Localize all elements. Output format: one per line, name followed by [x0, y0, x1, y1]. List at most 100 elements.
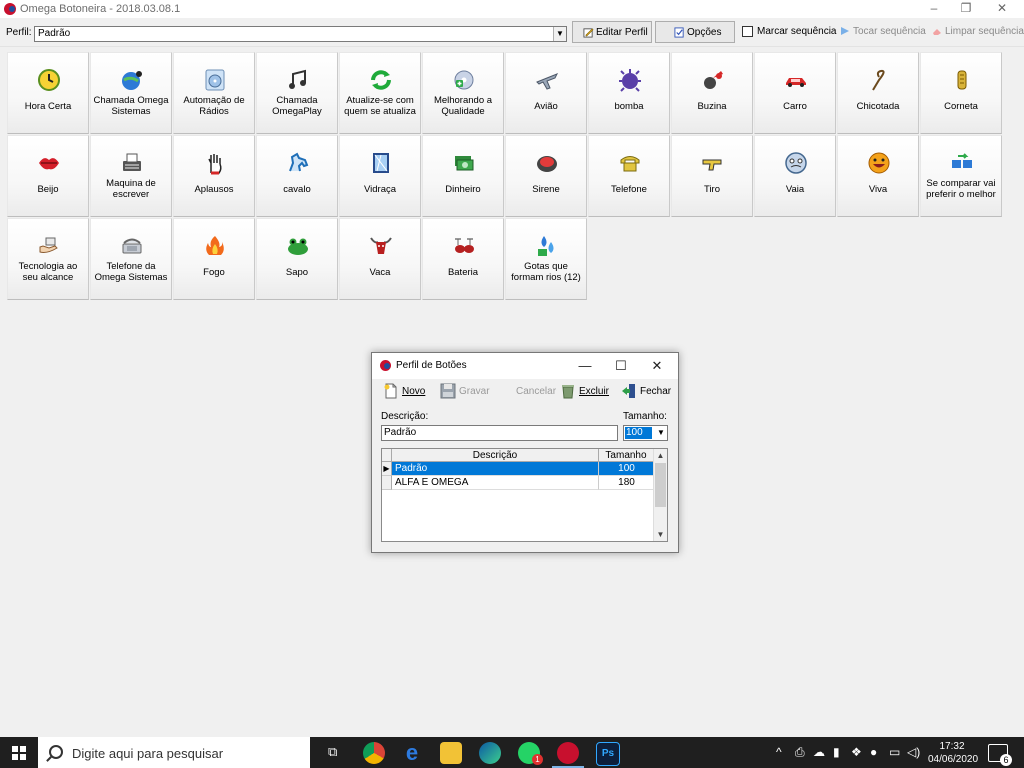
internet-explorer-icon[interactable]: e: [401, 742, 423, 764]
display-icon[interactable]: ▭: [889, 745, 900, 759]
sound-button[interactable]: Chicotada: [837, 52, 919, 134]
sound-button[interactable]: Chamada OmegaPlay: [256, 52, 338, 134]
cell-descricao[interactable]: ALFA E OMEGA: [392, 476, 599, 490]
taskbar-clock[interactable]: 17:32 04/06/2020: [928, 740, 978, 766]
table-row[interactable]: ▶ Padrão 100: [382, 462, 654, 476]
dialog-close-button[interactable]: ✕: [642, 356, 672, 376]
search-icon: [49, 745, 63, 759]
dropbox-icon[interactable]: ❖: [851, 745, 862, 759]
dialog-minimize-button[interactable]: —: [570, 356, 600, 376]
green-status-icon[interactable]: ●: [870, 745, 877, 759]
chevron-down-icon[interactable]: ▼: [553, 27, 566, 41]
checkbox-box[interactable]: [742, 26, 753, 37]
bomb-icon: [619, 69, 641, 92]
sound-button[interactable]: Viva: [837, 135, 919, 217]
marcar-sequencia-checkbox[interactable]: Marcar sequência: [742, 26, 836, 37]
tech-hand-icon: [39, 237, 58, 253]
usb-icon[interactable]: ⎙: [795, 745, 805, 760]
task-view-icon[interactable]: ⧉: [328, 744, 337, 760]
sound-button[interactable]: Avião: [505, 52, 587, 134]
car-icon: [786, 78, 806, 87]
smiley-icon: [868, 152, 890, 174]
chrome-icon[interactable]: [363, 742, 385, 764]
sound-button-label: Carro: [783, 100, 807, 112]
sound-button[interactable]: Fogo: [173, 218, 255, 300]
scroll-up-icon[interactable]: ▲: [654, 449, 667, 462]
row-pointer-icon: ▶: [382, 462, 392, 476]
descricao-field[interactable]: Padrão: [381, 425, 618, 441]
sound-button[interactable]: Telefone da Omega Sistemas: [90, 218, 172, 300]
sound-button[interactable]: bomba: [588, 52, 670, 134]
tray-expand-icon[interactable]: ^: [776, 745, 782, 759]
sound-button[interactable]: Vaia: [754, 135, 836, 217]
sound-button[interactable]: Carro: [754, 52, 836, 134]
cancelar-button[interactable]: Cancelar: [516, 382, 556, 402]
sound-button[interactable]: Telefone: [588, 135, 670, 217]
fire-icon: [206, 236, 224, 255]
dialog-maximize-button[interactable]: ☐: [606, 356, 636, 376]
perfil-select[interactable]: Padrão ▼: [34, 26, 567, 42]
cell-tamanho[interactable]: 180: [599, 476, 654, 490]
sound-button[interactable]: Tecnologia ao seu alcance: [7, 218, 89, 300]
tamanho-select[interactable]: 100 ▼: [623, 425, 668, 441]
sound-button-label: Hora Certa: [24, 100, 72, 112]
sound-button[interactable]: Beijo: [7, 135, 89, 217]
sound-button[interactable]: Bateria: [422, 218, 504, 300]
sound-button[interactable]: Chamada Omega Sistemas: [90, 52, 172, 134]
windows-start-icon[interactable]: [12, 746, 26, 760]
sound-button[interactable]: Tiro: [671, 135, 753, 217]
omega-logo-icon: [4, 3, 16, 15]
sound-button[interactable]: Melhorando a Qualidade: [422, 52, 504, 134]
file-explorer-icon[interactable]: [440, 742, 462, 764]
restore-button[interactable]: ❐: [948, 0, 984, 18]
options-icon: [674, 27, 684, 38]
chevron-down-icon[interactable]: ▼: [655, 426, 667, 440]
sound-button[interactable]: Sirene: [505, 135, 587, 217]
sound-button[interactable]: Corneta: [920, 52, 1002, 134]
sound-button[interactable]: cavalo: [256, 135, 338, 217]
row-indicator: [382, 476, 392, 490]
column-header-descricao[interactable]: Descrição: [392, 449, 599, 462]
table-scrollbar[interactable]: ▲ ▼: [653, 449, 667, 541]
sound-button[interactable]: Dinheiro: [422, 135, 504, 217]
minimize-button[interactable]: –: [916, 0, 952, 18]
window-title: Omega Botoneira - 2018.03.08.1: [20, 3, 181, 15]
editar-perfil-button[interactable]: Editar Perfil: [572, 21, 652, 43]
photoshop-icon[interactable]: Ps: [596, 742, 620, 766]
sound-button[interactable]: Maquina de escrever: [90, 135, 172, 217]
close-button[interactable]: ✕: [984, 0, 1020, 18]
perfil-label: Perfil:: [6, 27, 32, 38]
volume-icon[interactable]: ◁): [907, 745, 920, 759]
excluir-button[interactable]: Excluir: [560, 382, 609, 402]
sound-button[interactable]: Atualize-se com quem se atualiza: [339, 52, 421, 134]
notification-center-icon[interactable]: 6: [988, 744, 1012, 766]
opcoes-button[interactable]: Opções: [655, 21, 735, 43]
limpar-sequencia-button[interactable]: Limpar sequência: [932, 26, 1024, 37]
sound-button[interactable]: Se comparar vai preferir o melhor: [920, 135, 1002, 217]
sound-button[interactable]: Buzina: [671, 52, 753, 134]
novo-button[interactable]: Novo: [383, 382, 425, 402]
sound-button[interactable]: Vidraça: [339, 135, 421, 217]
network-icon[interactable]: ▮: [833, 745, 840, 759]
cell-tamanho[interactable]: 100: [599, 462, 654, 476]
sound-button[interactable]: Gotas que formam rios (12): [505, 218, 587, 300]
table-row[interactable]: ALFA E OMEGA 180: [382, 476, 654, 490]
taskbar-search-input[interactable]: Digite aqui para pesquisar: [38, 737, 310, 768]
fechar-button[interactable]: Fechar: [621, 382, 671, 402]
tocar-sequencia-button[interactable]: Tocar sequência: [840, 26, 926, 37]
sound-button[interactable]: Hora Certa: [7, 52, 89, 134]
gravar-button[interactable]: Gravar: [440, 382, 490, 402]
clock-time: 17:32: [939, 741, 965, 752]
marcar-sequencia-label: Marcar sequência: [757, 26, 837, 38]
sound-button[interactable]: Sapo: [256, 218, 338, 300]
cell-descricao[interactable]: Padrão: [392, 462, 599, 476]
scroll-down-icon[interactable]: ▼: [654, 528, 667, 541]
sound-button[interactable]: Vaca: [339, 218, 421, 300]
column-header-tamanho[interactable]: Tamanho: [599, 449, 654, 462]
sound-button[interactable]: Automação de Rádios: [173, 52, 255, 134]
edge-icon[interactable]: [479, 742, 501, 764]
scroll-thumb[interactable]: [655, 463, 666, 507]
onedrive-icon[interactable]: ☁: [813, 745, 825, 759]
sound-button[interactable]: Aplausos: [173, 135, 255, 217]
omega-botoneira-taskbar-icon[interactable]: [557, 742, 579, 764]
